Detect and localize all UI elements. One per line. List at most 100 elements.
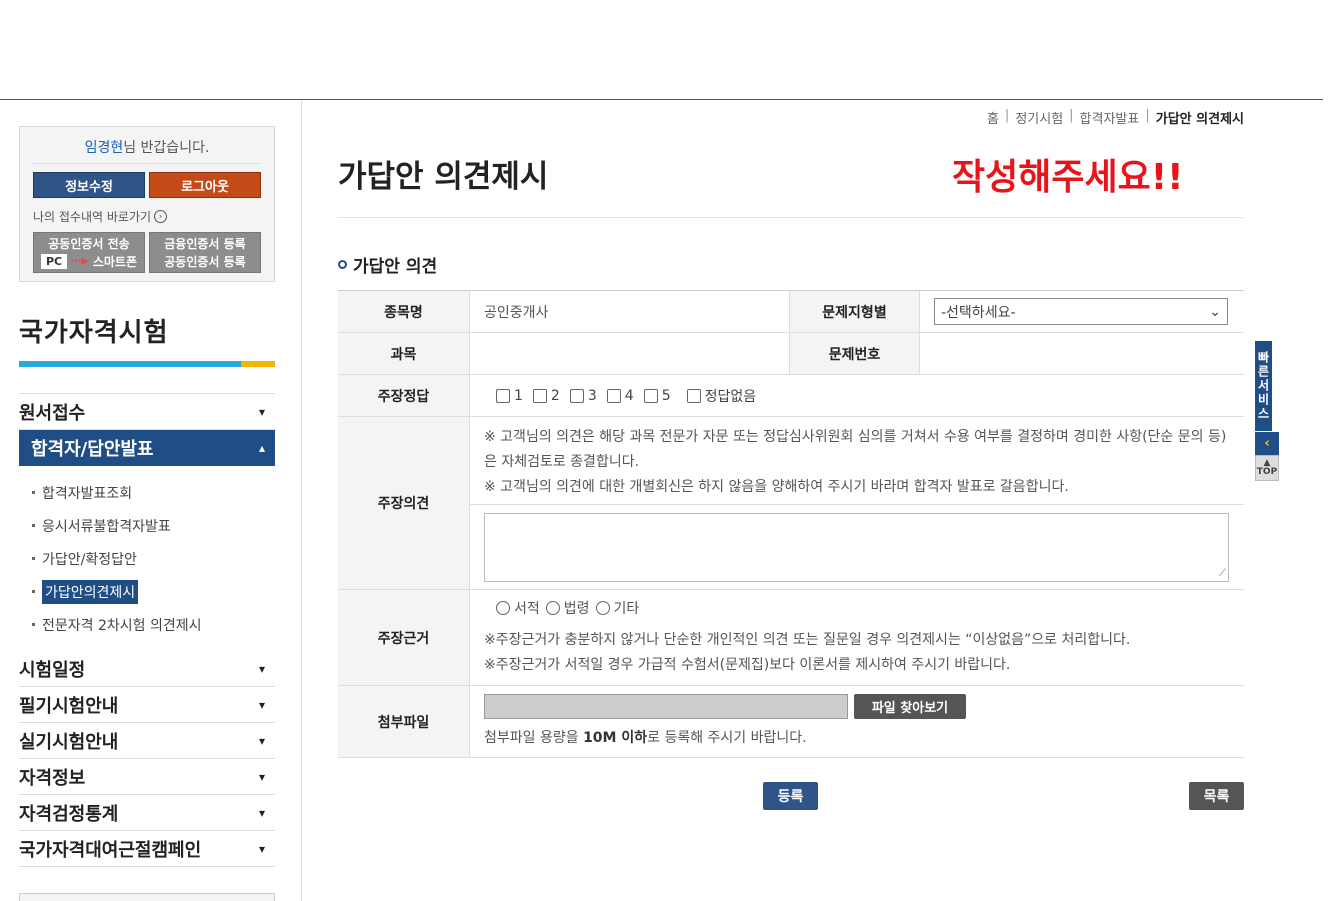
- menu-item-practical-guide[interactable]: 실기시험안내 ▾: [19, 723, 275, 759]
- sidebar-title: 국가자격시험: [19, 318, 169, 348]
- resize-grip-icon[interactable]: ⟋: [1219, 568, 1226, 579]
- submenu-item-second-opinion[interactable]: 전문자격 2차시험 의견제시: [32, 608, 275, 641]
- menu-label: 자격정보: [19, 767, 86, 789]
- category-value: 공인중개사: [470, 291, 790, 332]
- submenu: 합격자발표조회 응시서류불합격자발표 가답안/확정답안 가답안의견제시 전문자격…: [19, 466, 275, 651]
- attach-note-post: 로 등록해 주시기 바랍니다.: [647, 730, 807, 746]
- form-row-answer: 주장정답 1 2 3 4 5 정답없음: [338, 375, 1244, 417]
- checkbox-label: 3: [587, 387, 597, 404]
- opinion-textarea[interactable]: ⟋: [484, 513, 1229, 582]
- section-title-text: 가답안 의견: [353, 257, 438, 277]
- answer-checkbox-4[interactable]: 4: [606, 386, 634, 406]
- form-row-attach: 첨부파일 파일 찾아보기 첨부파일 용량을 10M 이하로 등록해 주시기 바랍…: [338, 686, 1244, 758]
- submenu-item-doc-fail[interactable]: 응시서류불합격자발표: [32, 509, 275, 542]
- cert-transfer-button[interactable]: 공동인증서 전송 PC ⋯▶ 스마트폰: [33, 232, 145, 273]
- answer-checkbox-3[interactable]: 3: [569, 386, 597, 406]
- receipt-link-label: 나의 접수내역 바로가기: [33, 210, 152, 224]
- menu-label: 시험일정: [19, 659, 86, 681]
- form-row-basis: 주장근거 서적 법령 기타 ※주장근거가 충분하지 않거나 단순한 개인적인 의…: [338, 590, 1244, 686]
- type-select-value: -선택하세요-: [941, 304, 1016, 321]
- breadcrumb-home[interactable]: 홈: [987, 108, 999, 127]
- attach-note-size: 10M 이하: [583, 730, 648, 746]
- receipt-link[interactable]: 나의 접수내역 바로가기 ›: [33, 208, 261, 225]
- checkbox-label: 4: [624, 387, 634, 404]
- title-bar: [19, 361, 275, 367]
- answer-checkbox-1[interactable]: 1: [496, 386, 523, 406]
- menu-label: 국가자격대여근절캠페인: [19, 839, 202, 861]
- menu-item-qualification-info[interactable]: 자격정보 ▾: [19, 759, 275, 795]
- basis-radio-book[interactable]: 서적: [496, 598, 540, 618]
- submenu-label: 가답안/확정답안: [42, 551, 137, 568]
- pc-tag: PC: [40, 254, 68, 269]
- radio-label: 법령: [563, 601, 590, 617]
- menu-item-campaign[interactable]: 국가자격대여근절캠페인 ▾: [19, 831, 275, 867]
- breadcrumb: 홈 | 정기시험 | 합격자발표 | 가답안 의견제시: [986, 108, 1244, 127]
- breadcrumb-regular[interactable]: 정기시험: [1015, 108, 1063, 127]
- logout-button[interactable]: 로그아웃: [149, 172, 261, 198]
- sidebar-menu: 원서접수 ▾ 합격자/답안발표 ▴ 합격자발표조회 응시서류불합격자발표 가답안…: [19, 393, 275, 867]
- answer-label: 주장정답: [338, 375, 470, 416]
- menu-label: 합격자/답안발표: [31, 439, 154, 460]
- basis-radio-etc[interactable]: 기타: [595, 598, 640, 618]
- chevron-up-icon: ▴: [258, 441, 265, 455]
- menu-label: 필기시험안내: [19, 695, 119, 717]
- breadcrumb-results[interactable]: 합격자발표: [1080, 108, 1140, 127]
- file-browse-button[interactable]: 파일 찾아보기: [854, 694, 966, 719]
- answer-checkbox-2[interactable]: 2: [532, 386, 560, 406]
- basis-note-2: ※주장근거가 서적일 경우 가급적 수험서(문제집)보다 이론서를 제시하여 주…: [484, 657, 1011, 673]
- greeting-suffix: 님 반갑습니다.: [123, 140, 210, 156]
- opinion-notes: ※ 고객님의 의견은 해당 과목 전문가 자문 또는 정답심사위원회 심의를 거…: [470, 417, 1244, 505]
- list-button[interactable]: 목록: [1189, 782, 1244, 810]
- attach-note: 첨부파일 용량을 10M 이하로 등록해 주시기 바랍니다.: [484, 727, 1230, 747]
- chevron-down-icon: ▾: [258, 697, 265, 712]
- quick-service-button[interactable]: 빠른서비스: [1255, 341, 1272, 431]
- checkbox-label: 5: [661, 387, 671, 404]
- category-label: 종목명: [338, 291, 470, 332]
- chevron-down-icon: ⌄: [1209, 303, 1221, 320]
- arrow-right-icon: ⋯▶: [71, 255, 89, 267]
- cert-transfer-label: 공동인증서 전송: [48, 236, 130, 251]
- menu-item-schedule[interactable]: 시험일정 ▾: [19, 651, 275, 687]
- radio-label: 서적: [514, 601, 540, 617]
- cert-register-button[interactable]: 금융인증서 등록 공동인증서 등록: [149, 232, 261, 273]
- basis-radio-law[interactable]: 법령: [545, 598, 590, 618]
- chevron-left-icon[interactable]: ‹: [1255, 431, 1279, 455]
- answer-checkbox-5[interactable]: 5: [643, 386, 671, 406]
- submenu-label: 합격자발표조회: [42, 485, 133, 502]
- opinion-note-1: ※ 고객님의 의견은 해당 과목 전문가 자문 또는 정답심사위원회 심의를 거…: [484, 429, 1227, 470]
- qnum-value: [920, 333, 1244, 374]
- user-name: 임경현: [84, 140, 124, 156]
- sidebar: 임경현님 반갑습니다. 정보수정 로그아웃 나의 접수내역 바로가기 › 공동인…: [19, 126, 275, 901]
- form-row-subject: 과목 문제번호: [338, 333, 1244, 375]
- menu-label: 자격검정통계: [19, 803, 119, 825]
- submenu-item-pass-lookup[interactable]: 합격자발표조회: [32, 476, 275, 509]
- submenu-label: 가답안의견제시: [42, 579, 139, 604]
- smartphone-label: 스마트폰: [92, 254, 137, 269]
- opinion-form: 종목명 공인중개사 문제지형별 -선택하세요- ⌄ 과목 문제번호 주장정답 1…: [338, 290, 1244, 758]
- edit-info-button[interactable]: 정보수정: [33, 172, 145, 198]
- menu-item-statistics[interactable]: 자격검정통계 ▾: [19, 795, 275, 831]
- menu-item-results[interactable]: 합격자/답안발표 ▴: [19, 430, 275, 466]
- chevron-down-icon: ▾: [258, 769, 265, 784]
- subject-label: 과목: [338, 333, 470, 374]
- basis-label: 주장근거: [338, 590, 470, 685]
- answer-checkbox-none[interactable]: 정답없음: [686, 386, 757, 406]
- scroll-top-button[interactable]: ▲ TOP: [1255, 455, 1279, 481]
- circle-bullet-icon: [338, 260, 347, 269]
- checkbox-label: 정답없음: [704, 388, 757, 405]
- menu-item-application[interactable]: 원서접수 ▾: [19, 394, 275, 430]
- login-box: 임경현님 반갑습니다. 정보수정 로그아웃 나의 접수내역 바로가기 › 공동인…: [19, 126, 275, 282]
- chevron-down-icon: ▾: [258, 404, 265, 419]
- qnum-label: 문제번호: [790, 333, 920, 374]
- submit-button[interactable]: 등록: [763, 782, 818, 810]
- file-path-field[interactable]: [484, 694, 848, 719]
- menu-item-written-guide[interactable]: 필기시험안내 ▾: [19, 687, 275, 723]
- sidebar-divider: [301, 100, 302, 901]
- submenu-label: 응시서류불합격자발표: [42, 518, 171, 535]
- fin-cert-label: 금융인증서 등록: [164, 236, 246, 251]
- type-select[interactable]: -선택하세요- ⌄: [934, 298, 1228, 325]
- submenu-item-answers[interactable]: 가답안/확정답안: [32, 542, 275, 575]
- radio-label: 기타: [613, 601, 640, 617]
- submenu-item-opinion[interactable]: 가답안의견제시: [32, 575, 275, 608]
- checkbox-label: 1: [514, 387, 523, 404]
